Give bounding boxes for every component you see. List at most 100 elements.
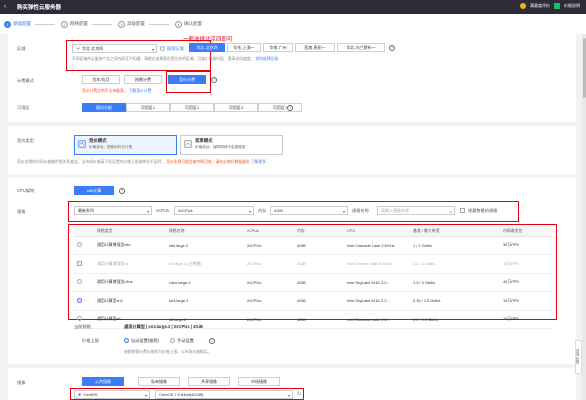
row-radio[interactable] bbox=[77, 279, 82, 285]
col-vcpus[interactable]: vCPUs bbox=[244, 226, 294, 237]
step-number: 1 bbox=[4, 20, 11, 28]
scrollbar-thumb[interactable] bbox=[582, 38, 586, 98]
recommend-radio[interactable] bbox=[160, 46, 165, 51]
cell-name: c3ne.large.2 bbox=[166, 273, 244, 292]
price-manual-radio[interactable] bbox=[170, 338, 175, 343]
cell-name: sn3.large.2 bbox=[166, 291, 244, 311]
hide-soldout-checkbox[interactable] bbox=[460, 208, 465, 213]
cell-bandwidth: 0.35 / 1.5 Gbit/s bbox=[410, 291, 500, 311]
vcpus-filter-label: vCPUs bbox=[156, 208, 170, 213]
bid-card-spot[interactable]: 竞价模式 价格波动，按使用时长计费 bbox=[74, 135, 177, 155]
cell-type: 通用计算型sn3 bbox=[94, 291, 166, 311]
cpu-arch-x86[interactable]: x86计算 bbox=[74, 186, 114, 195]
row-radio-selected[interactable] bbox=[77, 297, 82, 303]
table-row-selected[interactable]: 通用计算型sn3 sn3.large.2 2vCPUs 4GiB Intel S… bbox=[74, 291, 552, 311]
step-number: 4 bbox=[175, 20, 182, 28]
step-divider bbox=[149, 23, 169, 25]
region-note-link[interactable]: 如何选择区域 bbox=[255, 57, 278, 61]
spec-name-input[interactable]: 请输入规格名称 ⌕ bbox=[377, 206, 455, 215]
refresh-icon[interactable]: ↻ bbox=[297, 391, 301, 397]
chevron-down-icon: ▾ bbox=[146, 209, 149, 214]
satisfaction-link[interactable]: 满意度评价 bbox=[530, 3, 550, 9]
az-label: 可用区 bbox=[17, 105, 30, 110]
page-scrollbar[interactable] bbox=[582, 34, 586, 400]
az-2[interactable]: 可用区2 bbox=[170, 103, 214, 112]
vcpus-select[interactable]: 2vCPUs ▾ bbox=[174, 206, 254, 215]
billing-ondemand[interactable]: 按需计费 bbox=[124, 75, 162, 84]
tab-public-image[interactable]: 公共镜像 bbox=[82, 377, 124, 386]
basic-panel: 一般选择北京四即可 区域 ⦿ 华北-北京四 ▾ 推荐区域 华北-北京四 华东-上… bbox=[8, 34, 576, 122]
chevron-down-icon: ▾ bbox=[144, 393, 147, 398]
region-option-beijing4[interactable]: 华北-北京四 bbox=[189, 43, 225, 52]
row-radio[interactable] bbox=[77, 316, 82, 322]
region-help-icon[interactable]: ? bbox=[389, 44, 395, 51]
billing-spot[interactable]: 竞价计费 bbox=[168, 75, 206, 84]
price-info-link[interactable]: 价格说明 bbox=[564, 3, 580, 9]
cell-name: c6s.large.2 bbox=[166, 236, 244, 255]
billing-monthly[interactable]: 包年/包月 bbox=[82, 75, 120, 84]
cell-vcpus: 2vCPUs bbox=[244, 273, 294, 292]
os-select[interactable]: ✱ CentOS ▾ bbox=[74, 390, 150, 399]
col-bandwidth[interactable]: 基准 / 最大带宽 bbox=[410, 226, 500, 237]
cell-bandwidth: 1.3 / 4 Gbit/s bbox=[410, 273, 500, 292]
bid-note-link[interactable]: 了解更多 bbox=[251, 160, 266, 164]
cell-pps: 15万PPS bbox=[500, 291, 552, 311]
tab-private-image[interactable]: 私有镜像 bbox=[138, 377, 180, 386]
az-7[interactable]: 可用区7 bbox=[258, 103, 302, 112]
price-auto-radio[interactable] bbox=[124, 338, 129, 343]
step-divider bbox=[92, 23, 112, 25]
region-option-guangzhou[interactable]: 华南-广州 bbox=[263, 43, 293, 52]
col-type[interactable]: 规格类型 bbox=[94, 226, 166, 237]
cell-vcpus: 2vCPUs bbox=[244, 310, 294, 329]
region-select[interactable]: ⦿ 华北-北京四 ▾ bbox=[72, 44, 157, 53]
step-number: 2 bbox=[61, 20, 68, 28]
step-advanced[interactable]: 3 高级配置 bbox=[118, 20, 169, 28]
series-select[interactable]: 最新系列 ▾ bbox=[74, 206, 152, 215]
series-value: 最新系列 bbox=[78, 207, 94, 213]
chevron-down-icon: ▾ bbox=[151, 47, 154, 52]
row-radio[interactable] bbox=[77, 242, 82, 248]
region-option-ulanqab1[interactable]: 华北-乌兰察布一 bbox=[337, 43, 385, 52]
mem-value: 4GiB bbox=[274, 208, 283, 213]
cell-mem: 4GiB bbox=[294, 254, 344, 274]
col-name[interactable]: 规格名称 bbox=[166, 226, 244, 237]
cell-pps: 40万PPS bbox=[500, 254, 552, 274]
col-cpu[interactable]: CPU bbox=[344, 226, 410, 237]
az-random[interactable]: 随机分配 bbox=[82, 103, 126, 112]
cpu-arch-help-icon[interactable]: ? bbox=[119, 187, 125, 194]
col-mem[interactable]: 内存 bbox=[294, 226, 344, 237]
cell-type: 通用计算增强型c3 bbox=[94, 254, 166, 274]
step-basic[interactable]: 1 基础配置 bbox=[4, 20, 55, 28]
billing-note-link[interactable]: 了解竞价计费 bbox=[129, 89, 152, 93]
region-option-shanghai1[interactable]: 华东-上海一 bbox=[227, 43, 261, 52]
mem-select[interactable]: 4GiB ▾ bbox=[270, 206, 348, 215]
az-help-icon[interactable]: ? bbox=[287, 104, 293, 111]
step-confirm[interactable]: 4 确认配置 bbox=[175, 20, 202, 28]
billing-help-icon[interactable]: ? bbox=[211, 76, 217, 83]
table-row[interactable]: 通用计算增强型c3ne c3ne.large.2 2vCPUs 4GiB Int… bbox=[74, 273, 552, 292]
cell-cpu: Intel Cooper Lake 3.0GHz bbox=[344, 254, 410, 274]
current-spec-label: 当前规格 bbox=[74, 324, 91, 329]
billing-note: 竞价计费实例不支持备案。 了解竞价计费 bbox=[82, 89, 151, 94]
bid-card-exclusive[interactable]: 竞享模式 价格波动，保障期间不会被释放 bbox=[180, 135, 283, 155]
cell-mem: 4GiB bbox=[294, 291, 344, 311]
os-version-select[interactable]: CentOS 7.9 64bit(40GiB) ▾ bbox=[155, 390, 293, 399]
bid-note-text: 竞价实例的市场价格随供需关系变化，当市场价格高于您设置的价格上限或库存不足时， bbox=[17, 160, 166, 164]
search-icon[interactable]: ⌕ bbox=[450, 209, 452, 214]
step-network[interactable]: 2 网络配置 bbox=[61, 20, 112, 28]
price-cap-help-icon[interactable]: ? bbox=[209, 337, 215, 344]
region-option-guiyang1[interactable]: 西南-贵阳一 bbox=[295, 43, 335, 52]
tab-shared-image[interactable]: 共享镜像 bbox=[188, 377, 230, 386]
table-row[interactable]: 通用计算增强型c6s c6s.large.2 2vCPUs 4GiB Intel… bbox=[74, 236, 552, 255]
price-icon[interactable] bbox=[554, 3, 560, 9]
col-pps[interactable]: 内网收发包 bbox=[500, 226, 552, 237]
bid-card-desc: 价格波动，按使用时长计费 bbox=[89, 145, 133, 149]
az-1[interactable]: 可用区1 bbox=[126, 103, 170, 112]
tab-market-image[interactable]: 市场镜像 bbox=[238, 377, 280, 386]
step-divider bbox=[35, 23, 55, 25]
az-3[interactable]: 可用区3 bbox=[214, 103, 258, 112]
feedback-button[interactable]: 咨询·反馈 bbox=[575, 340, 582, 374]
back-arrow-icon[interactable]: ‹ bbox=[4, 4, 9, 10]
notice-icon[interactable] bbox=[520, 3, 526, 9]
cpu-arch-label: CPU架构 bbox=[17, 188, 35, 193]
